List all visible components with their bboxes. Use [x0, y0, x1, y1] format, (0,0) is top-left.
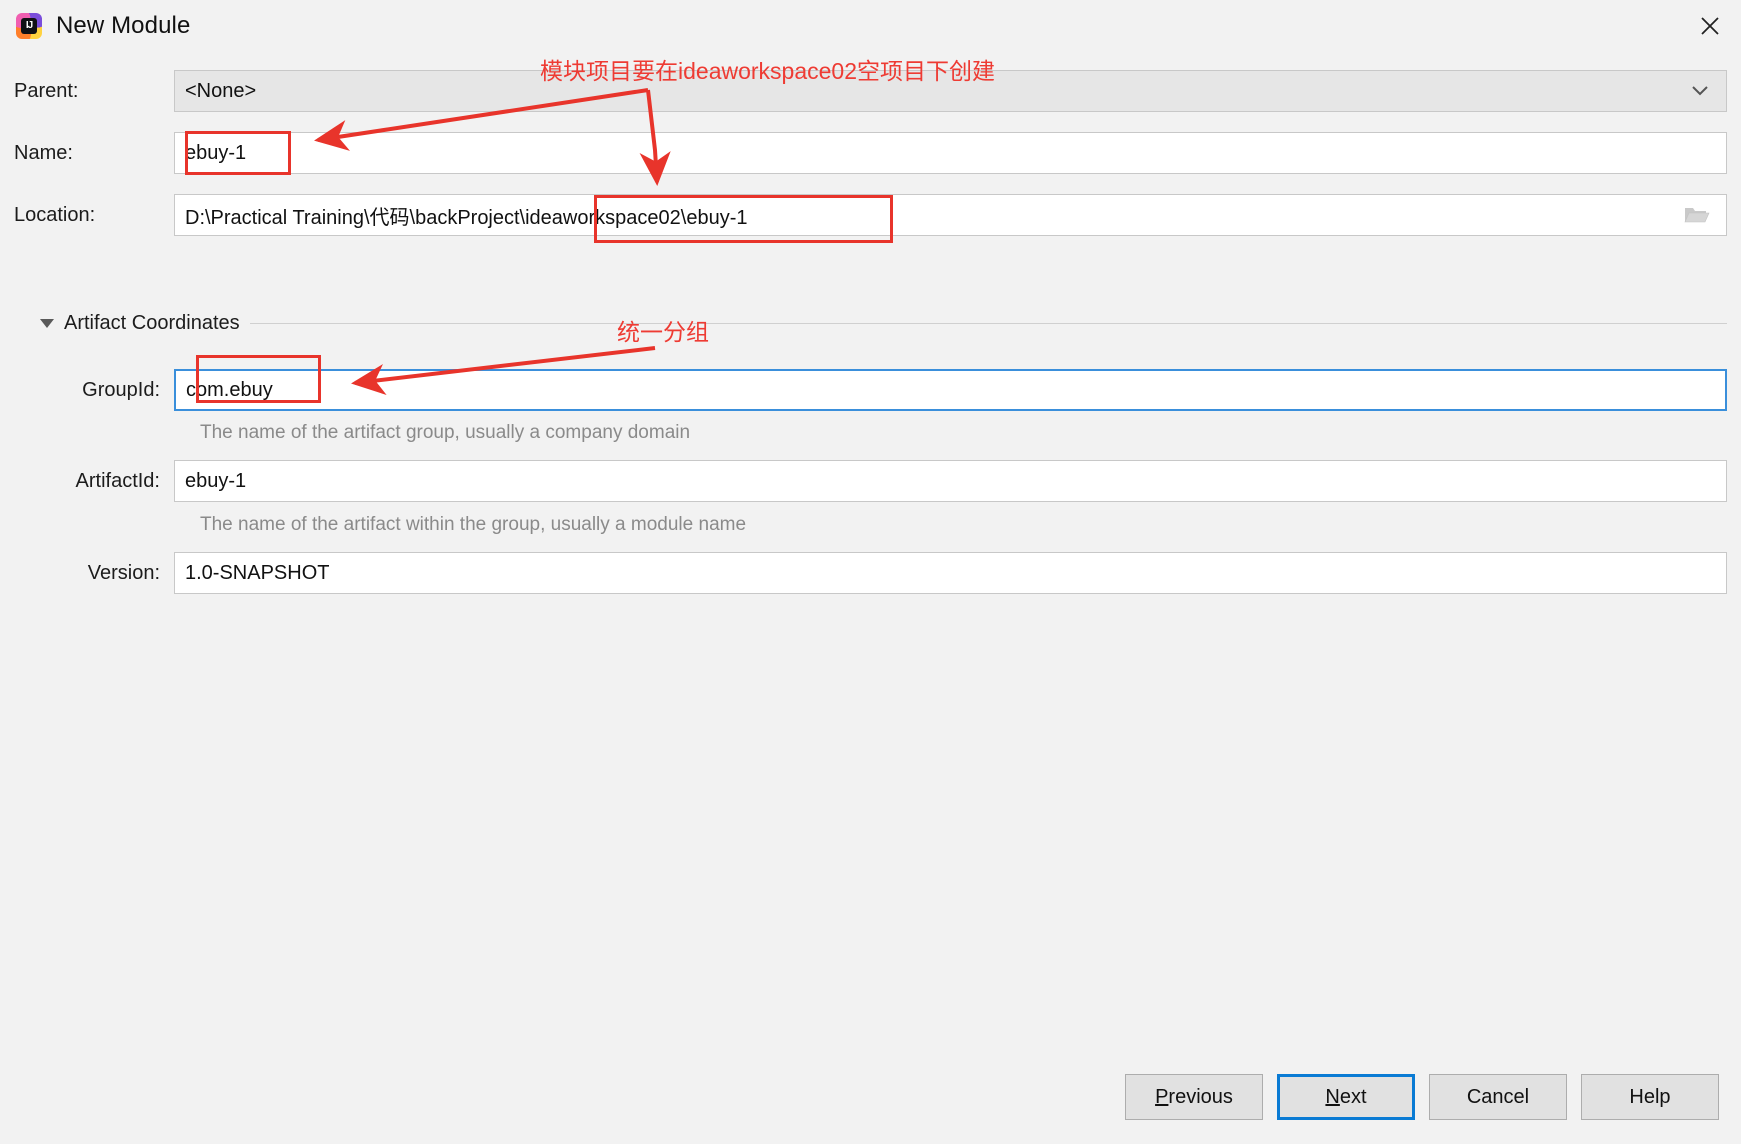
version-row: Version: 1.0-SNAPSHOT: [14, 552, 1727, 594]
name-label: Name:: [14, 141, 73, 164]
group-id-input[interactable]: com.ebuy: [174, 369, 1727, 411]
group-id-label: GroupId:: [82, 378, 160, 401]
annotation-group-note: 统一分组: [617, 319, 709, 345]
location-value: D:\Practical Training\代码\backProject\ide…: [185, 206, 748, 229]
parent-value: <None>: [185, 79, 257, 102]
artifact-id-input[interactable]: ebuy-1: [174, 460, 1727, 502]
dialog-content: Parent: <None> Name: ebuy-1 Location: D:…: [0, 52, 1741, 1034]
name-input[interactable]: ebuy-1: [174, 132, 1727, 174]
location-label: Location:: [14, 203, 96, 226]
name-value: ebuy-1: [185, 141, 247, 164]
version-input[interactable]: 1.0-SNAPSHOT: [174, 552, 1727, 594]
location-row: Location: D:\Practical Training\代码\backP…: [14, 194, 1727, 236]
previous-button[interactable]: Previous: [1125, 1074, 1263, 1120]
location-input[interactable]: D:\Practical Training\代码\backProject\ide…: [174, 194, 1727, 236]
button-bar: Previous Next Cancel Help: [1125, 1074, 1719, 1120]
next-button[interactable]: Next: [1277, 1074, 1415, 1120]
group-id-value: com.ebuy: [186, 378, 273, 401]
dialog-footer: Previous Next Cancel Help: [0, 1034, 1741, 1144]
dialog-title: New Module: [56, 12, 191, 39]
chevron-down-icon[interactable]: [1688, 83, 1716, 99]
artifact-id-row: ArtifactId: ebuy-1: [14, 460, 1727, 502]
artifact-id-label: ArtifactId:: [75, 469, 160, 492]
triangle-down-icon[interactable]: [40, 319, 54, 328]
close-icon[interactable]: [1679, 0, 1741, 52]
parent-label: Parent:: [14, 79, 79, 102]
annotation-top-note: 模块项目要在ideaworkspace02空项目下创建: [540, 58, 996, 84]
intellij-idea-icon: IJ: [16, 13, 42, 39]
group-id-hint: The name of the artifact group, usually …: [200, 422, 691, 443]
dialog-titlebar: IJ New Module: [0, 0, 1741, 52]
previous-button-label: Previous: [1155, 1085, 1233, 1108]
folder-icon[interactable]: [1682, 203, 1716, 227]
cancel-button[interactable]: Cancel: [1429, 1074, 1567, 1120]
section-divider: [249, 323, 1727, 324]
artifact-coordinates-section-header[interactable]: Artifact Coordinates: [40, 312, 1727, 335]
artifact-coordinates-title: Artifact Coordinates: [64, 312, 240, 334]
new-module-dialog: IJ New Module Parent: <None> Name: ebuy-…: [0, 0, 1741, 1144]
name-row: Name: ebuy-1: [14, 132, 1727, 174]
version-value: 1.0-SNAPSHOT: [185, 561, 330, 584]
help-button[interactable]: Help: [1581, 1074, 1719, 1120]
artifact-id-hint: The name of the artifact within the grou…: [200, 514, 747, 535]
next-button-label: Next: [1325, 1085, 1367, 1108]
group-id-row: GroupId: com.ebuy: [14, 369, 1727, 411]
artifact-id-value: ebuy-1: [185, 469, 247, 492]
version-label: Version:: [87, 561, 160, 584]
